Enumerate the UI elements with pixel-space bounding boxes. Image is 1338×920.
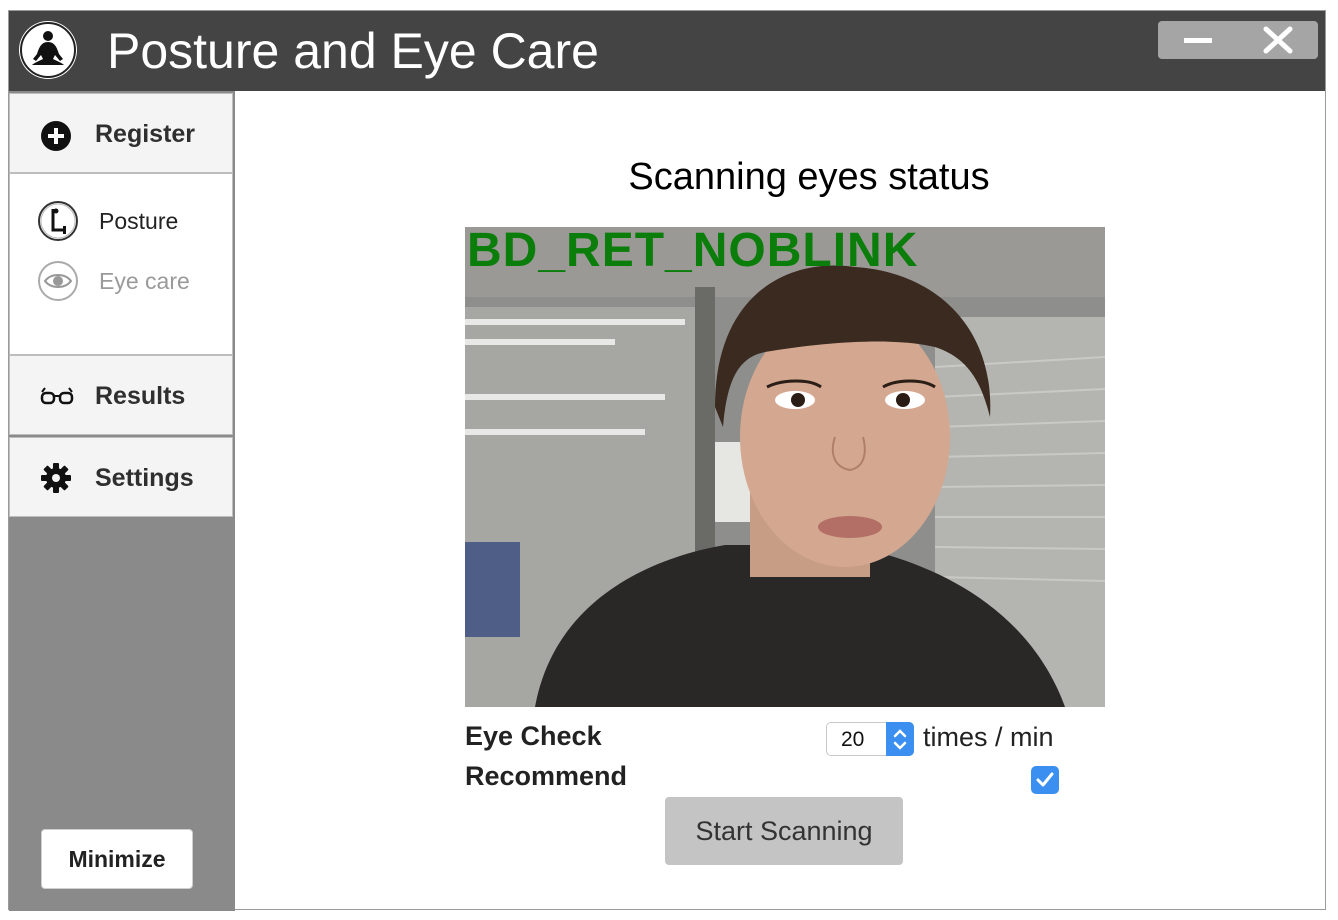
- sidebar-item-results[interactable]: Results: [9, 355, 233, 435]
- submenu-item-posture[interactable]: Posture: [9, 196, 231, 246]
- checkmark-icon: [1036, 772, 1054, 787]
- close-icon: [1263, 26, 1293, 54]
- submenu-item-eye-care[interactable]: Eye care: [9, 256, 231, 306]
- webcam-image: [465, 227, 1105, 707]
- eye-check-value: 20: [841, 728, 865, 751]
- minimize-button[interactable]: Minimize: [41, 829, 193, 889]
- recommend-label: Recommend: [465, 761, 628, 791]
- sidebar-item-register[interactable]: Register: [9, 93, 233, 173]
- submenu-item-label: Eye care: [99, 268, 190, 294]
- stepper-arrows-icon[interactable]: [886, 722, 914, 756]
- eye-check-label: Eye Check: [465, 721, 602, 751]
- window-controls: [1158, 21, 1318, 59]
- eye-check-stepper[interactable]: 20: [826, 722, 914, 756]
- gear-icon: [40, 462, 72, 499]
- app-window: Posture and Eye Care Register Posture Ey…: [8, 10, 1326, 911]
- eye-check-unit: times / min: [923, 722, 1054, 752]
- minus-icon: [1184, 38, 1212, 43]
- submenu-item-label: Posture: [99, 208, 179, 234]
- sidebar-item-label: Register: [95, 120, 196, 148]
- sidebar-item-label: Results: [95, 382, 186, 410]
- page-title: Scanning eyes status: [628, 156, 990, 198]
- camera-feed: BD_RET_NOBLINK: [465, 227, 1105, 707]
- glasses-icon: [40, 386, 74, 411]
- sidebar: Register Posture Eye care Results Settin…: [9, 91, 235, 911]
- sidebar-item-settings[interactable]: Settings: [9, 437, 233, 517]
- plus-circle-icon: [40, 120, 72, 157]
- app-title: Posture and Eye Care: [107, 23, 599, 79]
- meditation-logo-icon: [19, 21, 77, 79]
- close-window-button[interactable]: [1238, 21, 1318, 59]
- eye-icon: [37, 260, 79, 307]
- sidebar-item-label: Settings: [95, 464, 194, 492]
- posture-icon: [37, 200, 79, 247]
- title-bar[interactable]: Posture and Eye Care: [9, 11, 1325, 91]
- minimize-window-button[interactable]: [1158, 21, 1238, 59]
- blink-status-overlay: BD_RET_NOBLINK: [467, 227, 919, 277]
- recommend-checkbox[interactable]: [1031, 766, 1059, 794]
- start-scanning-button[interactable]: Start Scanning: [665, 797, 903, 865]
